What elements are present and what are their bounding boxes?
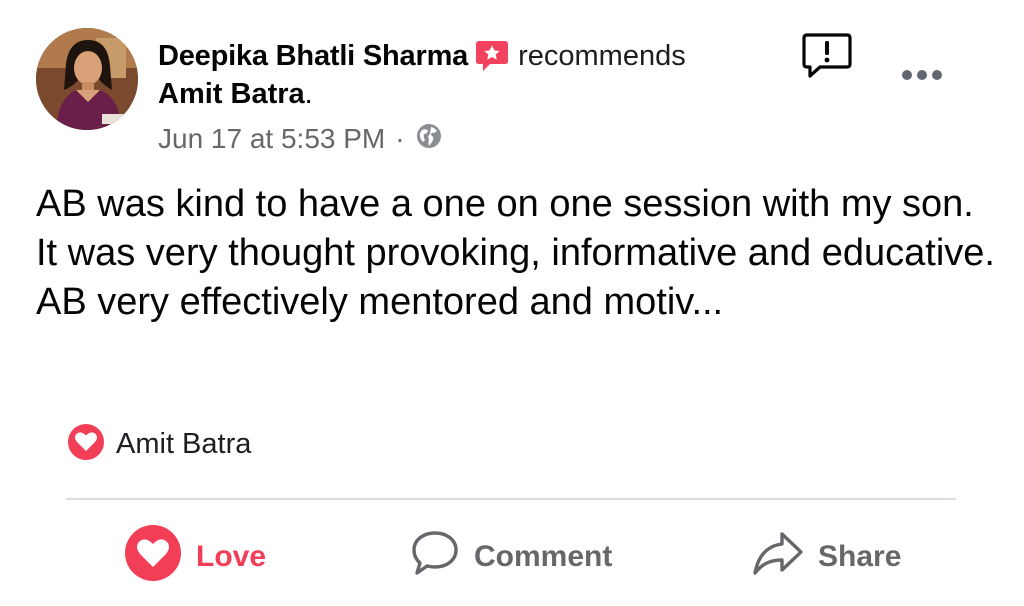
- recommended-page-name[interactable]: Amit Batra: [158, 78, 305, 110]
- post-header-target: Amit Batra.: [158, 78, 313, 111]
- divider: [66, 498, 956, 500]
- comment-icon: [410, 529, 460, 585]
- comment-label: Comment: [474, 540, 613, 573]
- love-reaction-icon: [66, 421, 106, 467]
- post-body-text[interactable]: AB was kind to have a one on one session…: [36, 180, 996, 327]
- target-suffix: .: [304, 78, 313, 110]
- love-label: Love: [196, 540, 267, 573]
- share-icon: [752, 530, 804, 584]
- more-options-icon[interactable]: [900, 68, 944, 87]
- love-icon: [124, 524, 182, 590]
- avatar-photo: [36, 28, 138, 130]
- report-icon[interactable]: [802, 32, 852, 85]
- avatar[interactable]: [36, 28, 138, 130]
- post-meta: Jun 17 at 5:53 PM ·: [158, 120, 443, 158]
- post-header: Deepika Bhatli Sharma recommends: [158, 34, 686, 78]
- love-button[interactable]: Love: [124, 525, 267, 586]
- reactions-summary[interactable]: Amit Batra: [66, 421, 252, 467]
- reactor-names: Amit Batra: [116, 427, 252, 460]
- recommends-verb: recommends: [518, 39, 686, 72]
- recommendation-icon: [474, 38, 510, 74]
- author-name[interactable]: Deepika Bhatli Sharma: [158, 40, 468, 73]
- comment-button[interactable]: Comment: [410, 528, 612, 586]
- meta-separator: ·: [395, 123, 405, 154]
- globe-icon: [415, 122, 443, 157]
- post-timestamp[interactable]: Jun 17 at 5:53 PM: [158, 123, 385, 155]
- share-button[interactable]: Share: [752, 528, 901, 586]
- share-label: Share: [818, 540, 902, 573]
